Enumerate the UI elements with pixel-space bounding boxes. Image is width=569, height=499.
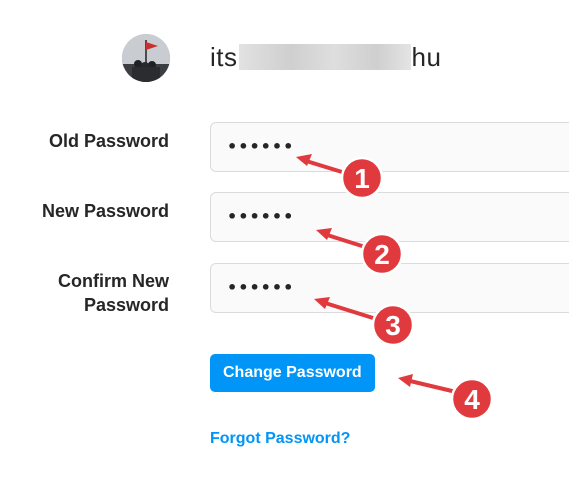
step-4-number: 4: [464, 384, 480, 415]
step-4-arrowhead: [398, 374, 413, 387]
avatar[interactable]: [122, 34, 170, 82]
confirm-password-input[interactable]: ••••••: [210, 263, 569, 313]
step-4-arrow: [404, 378, 454, 393]
step-4-badge: [450, 377, 494, 421]
change-password-page: its hu Old Password •••••• New Password •…: [0, 0, 569, 499]
forgot-password-link[interactable]: Forgot Password?: [210, 429, 350, 449]
new-password-label: New Password: [41, 201, 169, 221]
step-4-annotation: 4: [398, 374, 494, 421]
step-3-number: 3: [385, 310, 401, 341]
old-password-label: Old Password: [48, 131, 169, 151]
username-suffix: hu: [411, 42, 442, 72]
confirm-password-label: Confirm New Password: [9, 269, 169, 317]
username-redaction: [238, 44, 411, 70]
change-password-button[interactable]: Change Password: [210, 354, 375, 392]
avatar-image: [122, 34, 170, 82]
step-annotations: 1 2 3 4: [296, 154, 494, 421]
username-prefix: its: [210, 42, 238, 72]
new-password-input[interactable]: ••••••: [210, 192, 569, 242]
confirm-password-label-line1: Confirm New: [57, 271, 169, 291]
old-password-input[interactable]: ••••••: [210, 122, 569, 172]
username: its hu: [210, 40, 441, 74]
confirm-password-label-line2: Password: [83, 295, 169, 315]
